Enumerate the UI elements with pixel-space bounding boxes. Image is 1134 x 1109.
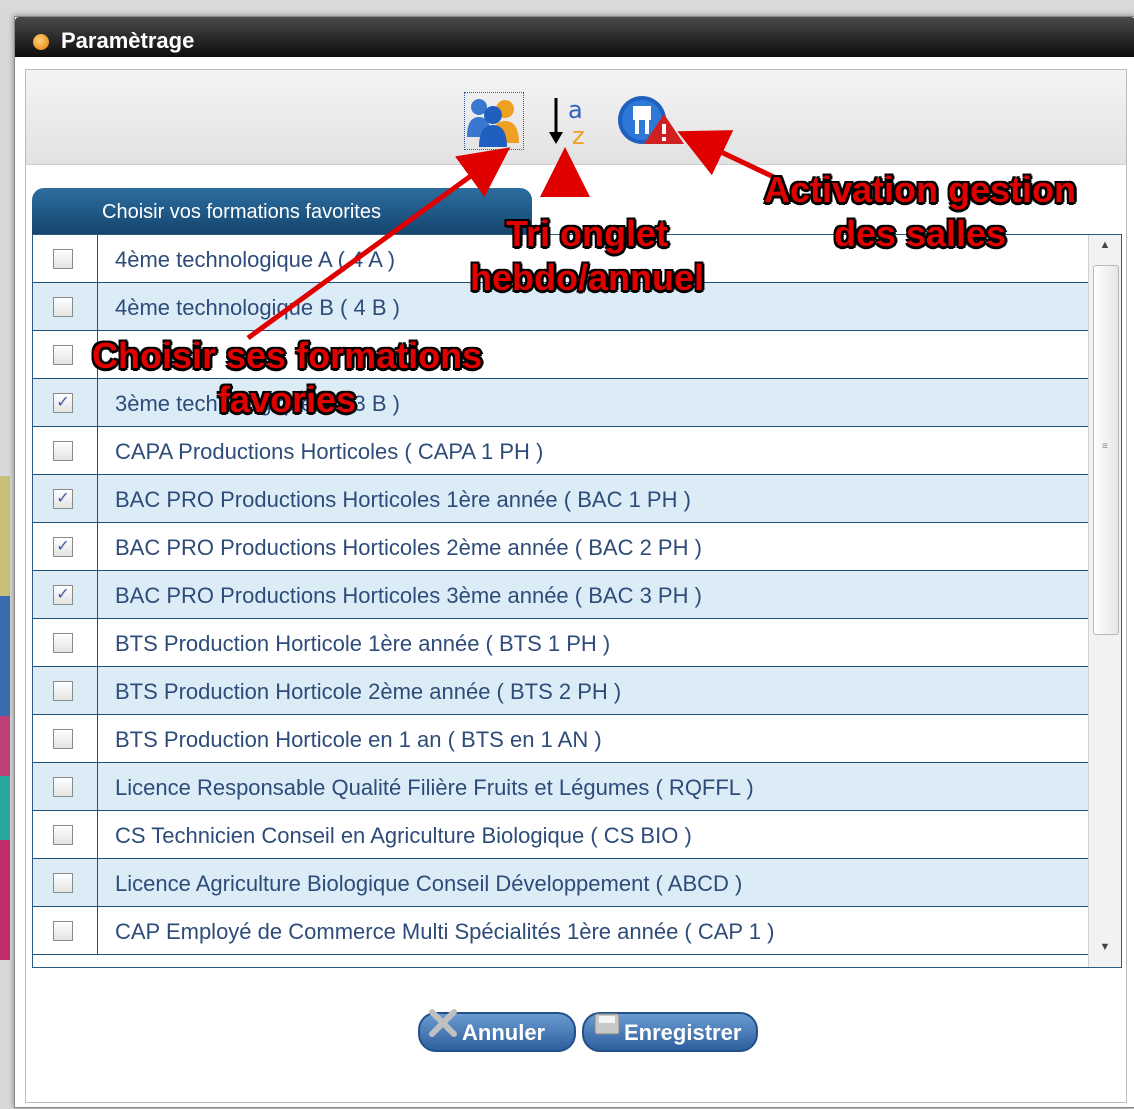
column-separator xyxy=(97,283,98,330)
formation-checkbox[interactable] xyxy=(53,777,73,797)
dialog-title: Paramètrage xyxy=(61,28,195,53)
list-scrollbar[interactable]: ▲ ≡ ▼ xyxy=(1088,235,1121,967)
column-separator xyxy=(97,763,98,810)
app-logo-icon xyxy=(33,34,49,50)
column-separator xyxy=(97,571,98,618)
tab-label: Choisir vos formations favorites xyxy=(102,201,381,223)
sort-az-icon: a z xyxy=(549,96,585,150)
column-separator xyxy=(97,619,98,666)
column-separator xyxy=(97,475,98,522)
annotation-rooms: Activation gestion des salles xyxy=(764,168,1076,256)
list-item[interactable]: ✓ BAC PRO Productions Horticoles 3ème ann… xyxy=(33,571,1088,619)
list-item[interactable]: Licence Agriculture Biologique Conseil D… xyxy=(33,859,1088,907)
scroll-grip-icon: ≡ xyxy=(1102,441,1108,452)
formation-label: BTS Production Horticole 1ère année ( BT… xyxy=(115,631,611,656)
annotation-favorites-line2: favories xyxy=(218,379,357,420)
list-item[interactable]: BTS Production Horticole en 1 an ( BTS e… xyxy=(33,715,1088,763)
list-item[interactable]: BTS Production Horticole 1ère année ( BT… xyxy=(33,619,1088,667)
background-strip-blue xyxy=(0,596,10,716)
formation-label: 4ème technologique A ( 4 A ) xyxy=(115,247,396,272)
svg-text:a: a xyxy=(568,96,583,124)
list-item[interactable]: BTS Production Horticole 2ème année ( BT… xyxy=(33,667,1088,715)
formation-checkbox[interactable] xyxy=(53,729,73,749)
formation-label: BTS Production Horticole 2ème année ( BT… xyxy=(115,679,622,704)
cancel-x-icon xyxy=(429,1009,457,1037)
background-strip-teal xyxy=(0,776,10,840)
formation-label: Licence Responsable Qualité Filière Frui… xyxy=(115,775,754,800)
column-separator xyxy=(97,907,98,954)
background-strip-magenta xyxy=(0,840,10,960)
users-group-icon xyxy=(467,99,519,147)
formation-checkbox[interactable]: ✓ xyxy=(53,489,73,509)
formation-label: BAC PRO Productions Horticoles 1ère anné… xyxy=(115,487,691,512)
formation-checkbox[interactable] xyxy=(53,345,73,365)
save-disk-icon xyxy=(594,1013,620,1035)
column-separator xyxy=(97,523,98,570)
annotation-sort-line1: Tri onglet xyxy=(506,213,668,254)
column-separator xyxy=(97,715,98,762)
formation-label: Licence Agriculture Biologique Conseil D… xyxy=(115,871,743,896)
list-item[interactable]: ✓ BAC PRO Productions Horticoles 2ème ann… xyxy=(33,523,1088,571)
scroll-thumb[interactable]: ≡ xyxy=(1093,265,1119,635)
formation-label: BAC PRO Productions Horticoles 3ème anné… xyxy=(115,583,702,608)
sort-button[interactable]: a z xyxy=(546,92,604,150)
list-item[interactable]: CAPA Productions Horticoles ( CAPA 1 PH … xyxy=(33,427,1088,475)
annotation-rooms-line2: des salles xyxy=(833,213,1007,254)
formation-label: BTS Production Horticole en 1 an ( BTS e… xyxy=(115,727,602,752)
column-separator xyxy=(97,859,98,906)
list-item[interactable]: CS Technicien Conseil en Agriculture Bio… xyxy=(33,811,1088,859)
list-item[interactable]: Licence Responsable Qualité Filière Frui… xyxy=(33,763,1088,811)
formation-checkbox[interactable] xyxy=(53,873,73,893)
formation-label: CAPA Productions Horticoles ( CAPA 1 PH … xyxy=(115,439,544,464)
rooms-button[interactable] xyxy=(616,92,684,148)
column-separator xyxy=(97,427,98,474)
formation-label: 4ème technologique B ( 4 B ) xyxy=(115,295,400,320)
scroll-up-icon[interactable]: ▲ xyxy=(1089,239,1121,261)
toolbar: a z xyxy=(26,70,1126,165)
annotation-favorites: Choisir ses formations favories xyxy=(92,334,482,422)
formation-label: BAC PRO Productions Horticoles 2ème anné… xyxy=(115,535,702,560)
svg-text:z: z xyxy=(572,122,585,148)
formation-checkbox[interactable] xyxy=(53,633,73,653)
formation-label: CS Technicien Conseil en Agriculture Bio… xyxy=(115,823,692,848)
column-separator xyxy=(97,235,98,282)
formation-checkbox[interactable] xyxy=(53,921,73,941)
formation-checkbox[interactable] xyxy=(53,297,73,317)
list-item[interactable]: CAP Employé de Commerce Multi Spécialité… xyxy=(33,907,1088,955)
formation-checkbox[interactable]: ✓ xyxy=(53,585,73,605)
scroll-down-icon[interactable]: ▼ xyxy=(1089,941,1121,963)
annotation-rooms-line1: Activation gestion xyxy=(764,169,1077,210)
annotation-sort: Tri onglet hebdo/annuel xyxy=(470,212,704,300)
formation-checkbox[interactable]: ✓ xyxy=(53,393,73,413)
formation-checkbox[interactable]: ✓ xyxy=(53,537,73,557)
save-label: Enregistrer xyxy=(624,1020,742,1045)
annotation-favorites-line1: Choisir ses formations xyxy=(92,335,483,376)
background-strip-yellow xyxy=(0,476,10,596)
formation-checkbox[interactable] xyxy=(53,681,73,701)
favorites-button[interactable] xyxy=(464,92,524,150)
annotation-sort-line2: hebdo/annuel xyxy=(470,257,704,298)
column-separator xyxy=(97,811,98,858)
save-button[interactable]: Enregistrer xyxy=(582,1012,758,1052)
formation-label: CAP Employé de Commerce Multi Spécialité… xyxy=(115,919,775,944)
tab-favorite-formations[interactable]: Choisir vos formations favorites xyxy=(32,188,532,234)
background-strip-pink xyxy=(0,716,10,776)
formation-checkbox[interactable] xyxy=(53,441,73,461)
dialog-titlebar[interactable]: Paramètrage xyxy=(15,17,1134,57)
formation-checkbox[interactable] xyxy=(53,825,73,845)
column-separator xyxy=(97,667,98,714)
cancel-button[interactable]: Annuler xyxy=(418,1009,576,1052)
cancel-label: Annuler xyxy=(462,1020,546,1045)
room-warning-icon xyxy=(618,96,684,144)
list-item[interactable]: ✓ BAC PRO Productions Horticoles 1ère ann… xyxy=(33,475,1088,523)
formation-checkbox[interactable] xyxy=(53,249,73,269)
